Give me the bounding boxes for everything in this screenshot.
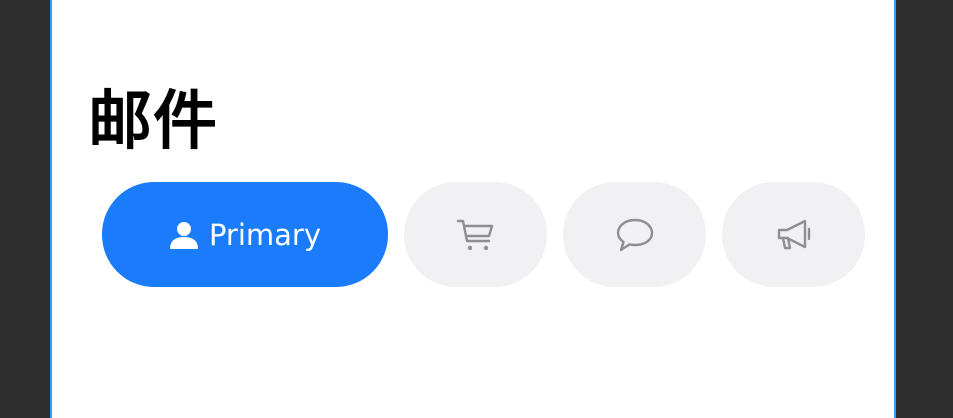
tab-shopping[interactable] (404, 182, 547, 287)
tab-promotions[interactable] (722, 182, 865, 287)
shopping-cart-icon (456, 217, 496, 253)
chat-bubble-icon (615, 217, 655, 253)
category-tabs: Primary (52, 182, 894, 287)
tab-chat[interactable] (563, 182, 706, 287)
tab-primary-label: Primary (208, 217, 322, 252)
person-icon (169, 220, 199, 250)
megaphone-icon (774, 217, 814, 253)
mail-panel: 邮件 Primary (50, 0, 896, 418)
app-window: 邮件 Primary (0, 0, 953, 418)
page-title: 邮件 (88, 85, 218, 159)
tab-primary[interactable]: Primary (102, 182, 388, 287)
